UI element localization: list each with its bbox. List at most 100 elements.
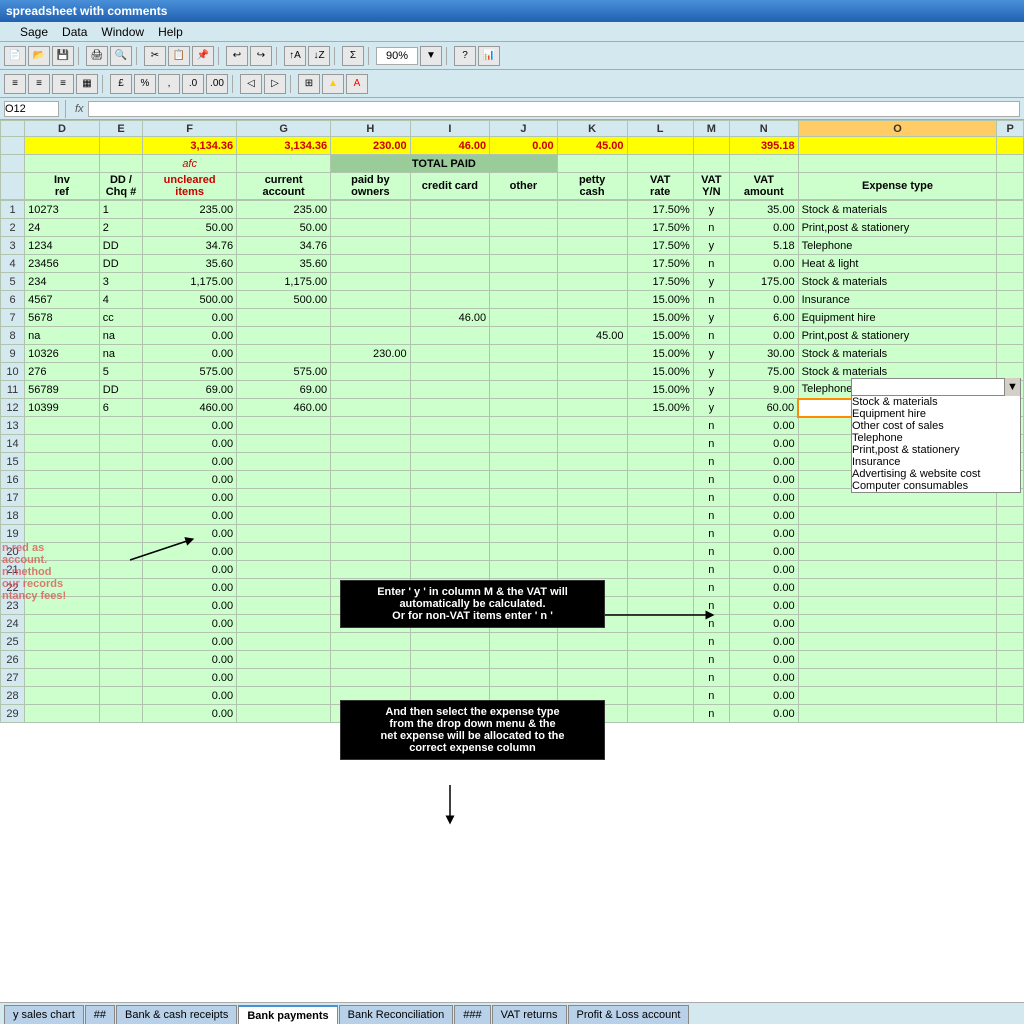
cell-o-1[interactable]: Stock & materials (798, 201, 997, 219)
cell-g-1[interactable]: 235.00 (237, 201, 331, 219)
cell-d-27[interactable] (25, 669, 100, 687)
cell-e-9[interactable]: na (99, 345, 142, 363)
align-right[interactable]: ≡ (52, 74, 74, 94)
cell-g-20[interactable] (237, 543, 331, 561)
cell-d-8[interactable]: na (25, 327, 100, 345)
cell-o-27[interactable] (798, 669, 997, 687)
cell-n-8[interactable]: 0.00 (729, 327, 798, 345)
cell-g-26[interactable] (237, 651, 331, 669)
cell-j-14[interactable] (490, 435, 557, 453)
cell-l-21[interactable] (627, 561, 693, 579)
cell-f-15[interactable]: 0.00 (143, 453, 237, 471)
cell-n-26[interactable]: 0.00 (729, 651, 798, 669)
cell-g-4[interactable]: 35.60 (237, 255, 331, 273)
cell-m-4[interactable]: n (693, 255, 729, 273)
currency-btn[interactable]: £ (110, 74, 132, 94)
merge-cells[interactable]: ▦ (76, 74, 98, 94)
cell-j-6[interactable] (490, 291, 557, 309)
cell-l-24[interactable] (627, 615, 693, 633)
cell-g-14[interactable] (237, 435, 331, 453)
cell-n-4[interactable]: 0.00 (729, 255, 798, 273)
cell-k-16[interactable] (557, 471, 627, 489)
cell-m-29[interactable]: n (693, 705, 729, 723)
cell-n-29[interactable]: 0.00 (729, 705, 798, 723)
cell-f-24[interactable]: 0.00 (143, 615, 237, 633)
cell-j-10[interactable] (490, 363, 557, 381)
cell-i-9[interactable] (410, 345, 490, 363)
cell-f-20[interactable]: 0.00 (143, 543, 237, 561)
percent-btn[interactable]: % (134, 74, 156, 94)
cell-m-14[interactable]: n (693, 435, 729, 453)
cell-k-10[interactable] (557, 363, 627, 381)
cell-j-19[interactable] (490, 525, 557, 543)
comma-btn[interactable]: , (158, 74, 180, 94)
cell-n-10[interactable]: 75.00 (729, 363, 798, 381)
cell-o-20[interactable] (798, 543, 997, 561)
cell-f-27[interactable]: 0.00 (143, 669, 237, 687)
cell-g-11[interactable]: 69.00 (237, 381, 331, 399)
print-button[interactable]: 🖨 (86, 46, 108, 66)
cell-e-12[interactable]: 6 (99, 399, 142, 417)
cell-e-16[interactable] (99, 471, 142, 489)
cell-o-5[interactable]: Stock & materials (798, 273, 997, 291)
menu-item-sage[interactable]: Sage (20, 25, 48, 39)
cell-e-18[interactable] (99, 507, 142, 525)
cell-k-19[interactable] (557, 525, 627, 543)
cell-i-5[interactable] (410, 273, 490, 291)
cell-o-18[interactable] (798, 507, 997, 525)
cell-g-27[interactable] (237, 669, 331, 687)
save-button[interactable]: 💾 (52, 46, 74, 66)
cell-n-24[interactable]: 0.00 (729, 615, 798, 633)
align-left[interactable]: ≡ (4, 74, 26, 94)
cell-l-15[interactable] (627, 453, 693, 471)
cell-f-22[interactable]: 0.00 (143, 579, 237, 597)
cell-d-18[interactable] (25, 507, 100, 525)
cell-h-11[interactable] (331, 381, 411, 399)
cell-i-13[interactable] (410, 417, 490, 435)
preview-button[interactable]: 🔍 (110, 46, 132, 66)
cell-j-3[interactable] (490, 237, 557, 255)
cell-f-12[interactable]: 460.00 (143, 399, 237, 417)
cell-e-15[interactable] (99, 453, 142, 471)
cell-i-17[interactable] (410, 489, 490, 507)
cell-d-5[interactable]: 234 (25, 273, 100, 291)
cell-g-7[interactable] (237, 309, 331, 327)
cell-k-13[interactable] (557, 417, 627, 435)
cell-m-1[interactable]: y (693, 201, 729, 219)
copy-button[interactable]: 📋 (168, 46, 190, 66)
cell-m-18[interactable]: n (693, 507, 729, 525)
cell-n-1[interactable]: 35.00 (729, 201, 798, 219)
cell-i-26[interactable] (410, 651, 490, 669)
cell-i-19[interactable] (410, 525, 490, 543)
cell-n-14[interactable]: 0.00 (729, 435, 798, 453)
cell-g-28[interactable] (237, 687, 331, 705)
cell-k-18[interactable] (557, 507, 627, 525)
cell-k-6[interactable] (557, 291, 627, 309)
cell-d-11[interactable]: 56789 (25, 381, 100, 399)
col-i[interactable]: I (410, 121, 490, 137)
cell-o-3[interactable]: Telephone (798, 237, 997, 255)
cell-h-20[interactable] (331, 543, 411, 561)
cell-d-10[interactable]: 276 (25, 363, 100, 381)
cell-k-1[interactable] (557, 201, 627, 219)
cell-f-7[interactable]: 0.00 (143, 309, 237, 327)
cell-m-2[interactable]: n (693, 219, 729, 237)
col-g[interactable]: G (237, 121, 331, 137)
cell-e-1[interactable]: 1 (99, 201, 142, 219)
cell-j-26[interactable] (490, 651, 557, 669)
cell-j-18[interactable] (490, 507, 557, 525)
cell-f-25[interactable]: 0.00 (143, 633, 237, 651)
cell-m-26[interactable]: n (693, 651, 729, 669)
sheet-tab-profit-&-loss-account[interactable]: Profit & Loss account (568, 1005, 690, 1024)
cell-h-19[interactable] (331, 525, 411, 543)
cell-n-12[interactable]: 60.00 (729, 399, 798, 417)
cell-n-25[interactable]: 0.00 (729, 633, 798, 651)
cell-g-9[interactable] (237, 345, 331, 363)
sheet-tab-bank-payments[interactable]: Bank payments (238, 1005, 337, 1024)
cell-reference[interactable] (4, 101, 59, 117)
cell-f-6[interactable]: 500.00 (143, 291, 237, 309)
menu-item-data[interactable]: Data (62, 25, 87, 39)
open-button[interactable]: 📂 (28, 46, 50, 66)
sort-desc-button[interactable]: ↓Z (308, 46, 330, 66)
cell-d-2[interactable]: 24 (25, 219, 100, 237)
